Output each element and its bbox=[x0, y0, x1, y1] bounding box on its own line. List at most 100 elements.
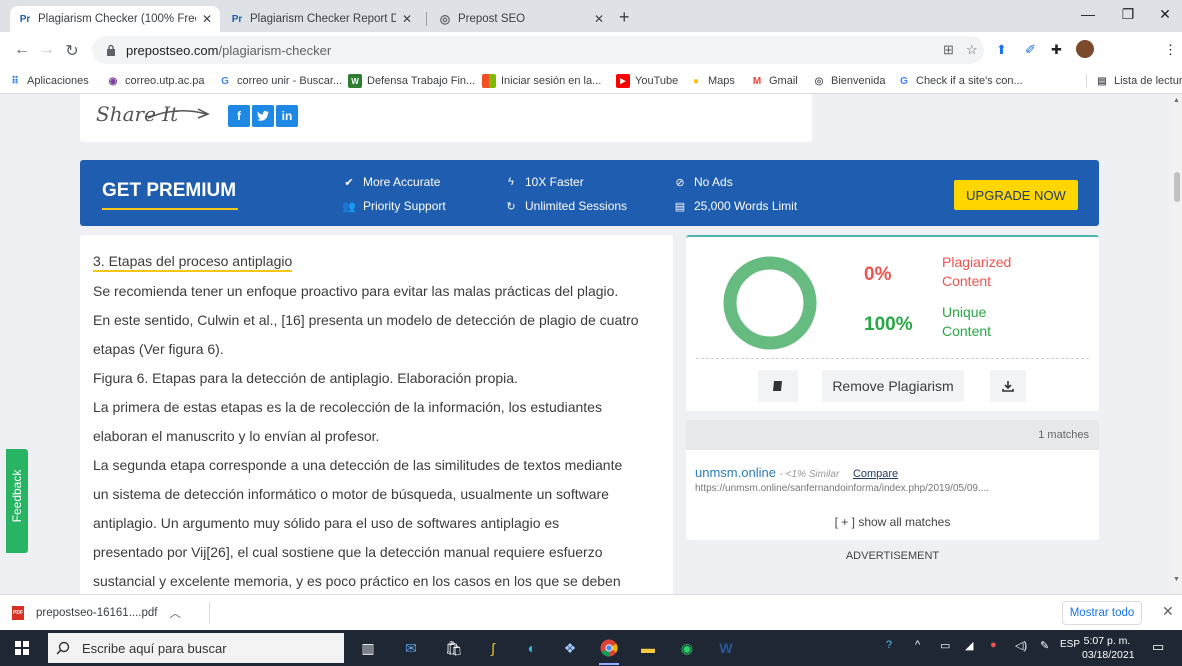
bookmark-star-icon[interactable]: ☆ bbox=[966, 42, 978, 58]
minimize-button[interactable]: — bbox=[1073, 6, 1103, 22]
compare-link[interactable]: Compare bbox=[853, 468, 898, 480]
scrollbar-thumb[interactable] bbox=[1174, 172, 1180, 202]
label-line: Content bbox=[942, 273, 992, 289]
close-tab-icon[interactable]: ✕ bbox=[594, 12, 604, 26]
new-tab-button[interactable]: + bbox=[619, 7, 630, 28]
users-icon: 👥 bbox=[342, 200, 356, 213]
whatsapp-icon[interactable]: ◉ bbox=[675, 636, 699, 660]
download-item[interactable]: PDF prepostseo-16161....pdf ︿ bbox=[12, 605, 181, 621]
prepostseo-favicon-icon: Pr bbox=[19, 13, 31, 25]
feedback-label: Feedback bbox=[10, 469, 24, 523]
match-site-link[interactable]: unmsm.online bbox=[695, 465, 776, 480]
edge-icon[interactable]: ◐ bbox=[520, 636, 544, 660]
reading-list[interactable]: ▤ Lista de lectura bbox=[1086, 74, 1182, 88]
url-host: prepostseo.com bbox=[126, 42, 219, 58]
bookmark-youtube[interactable]: ▶ YouTube bbox=[616, 74, 678, 88]
close-window-button[interactable]: ✕ bbox=[1150, 6, 1180, 23]
section-heading: 3. Etapas del proceso antiplagio bbox=[93, 253, 293, 272]
extension-icon[interactable]: ✐ bbox=[1025, 42, 1036, 58]
text-line: elaboran el manuscrito y lo envían al pr… bbox=[93, 428, 380, 444]
globe-icon: ◎ bbox=[439, 12, 451, 26]
remove-plagiarism-button[interactable]: Remove Plagiarism bbox=[822, 370, 964, 402]
extension-icon[interactable]: ⬆ bbox=[996, 42, 1007, 58]
system-clock[interactable]: 5:07 p. m. 03/18/2021 bbox=[1082, 634, 1135, 662]
match-url: https://unmsm.online/sanfernandoinforma/… bbox=[695, 483, 990, 494]
file-explorer-icon[interactable]: ▬ bbox=[636, 636, 660, 660]
close-tab-icon[interactable]: ✕ bbox=[202, 12, 212, 26]
scroll-up-arrow-icon[interactable]: ▲ bbox=[1173, 97, 1180, 104]
bookmark-check-site[interactable]: G Check if a site's con... bbox=[897, 74, 1023, 88]
download-report-button[interactable] bbox=[990, 370, 1026, 402]
bookmark-unir[interactable]: Gcorreo unir - Buscar... bbox=[218, 74, 342, 88]
report-button[interactable] bbox=[758, 370, 798, 402]
pen-icon[interactable]: ✎ bbox=[1040, 639, 1049, 652]
battery-icon[interactable]: ▭ bbox=[940, 639, 950, 652]
tab-report-download[interactable]: Pr Plagiarism Checker Report Down ✕ bbox=[222, 6, 420, 32]
notifications-icon[interactable]: ▭ bbox=[1152, 639, 1164, 655]
app-icon[interactable]: ʃ bbox=[481, 636, 505, 660]
book-icon bbox=[773, 381, 782, 391]
bookmark-iniciar-sesion[interactable]: Iniciar sesión en la... bbox=[482, 74, 601, 88]
bookmarks-bar: ⠿ Aplicaciones ◉ correo.utp.ac.pa Gcorreo … bbox=[0, 68, 1182, 94]
bookmark-bienvenida[interactable]: ◎ Bienvenida bbox=[812, 74, 886, 88]
scroll-down-arrow-icon[interactable]: ▼ bbox=[1173, 576, 1180, 583]
volume-icon[interactable]: ◁) bbox=[1015, 639, 1027, 652]
word-icon[interactable]: W bbox=[714, 636, 738, 660]
puzzle-extensions-icon[interactable]: ✚ bbox=[1051, 42, 1062, 58]
bookmark-label: Maps bbox=[708, 75, 735, 87]
bookmark-defensa[interactable]: W Defensa Trabajo Fin... bbox=[348, 74, 475, 88]
mail-icon[interactable]: ✉ bbox=[399, 636, 423, 660]
text-line: etapas (Ver figura 6). bbox=[93, 341, 224, 357]
tab-title: Plagiarism Checker (100% Free Pl bbox=[38, 13, 196, 25]
match-similarity: - <1% Similar bbox=[779, 469, 840, 480]
show-all-downloads-button[interactable]: Mostrar todo bbox=[1062, 601, 1142, 625]
chrome-icon[interactable] bbox=[597, 636, 621, 665]
bookmark-apps[interactable]: ⠿ Aplicaciones bbox=[8, 74, 88, 88]
help-icon[interactable]: ? bbox=[886, 639, 892, 651]
windows-start-icon[interactable] bbox=[15, 641, 29, 655]
chevron-up-icon[interactable]: ︿ bbox=[169, 605, 181, 621]
task-view-icon[interactable]: ▥ bbox=[356, 636, 380, 660]
text-line: un sistema de detección informático o mo… bbox=[93, 486, 609, 502]
premium-underline bbox=[102, 208, 238, 210]
reload-button[interactable]: ↻ bbox=[62, 41, 82, 61]
tab-plagiarism-checker[interactable]: Pr Plagiarism Checker (100% Free Pl ✕ bbox=[10, 6, 220, 32]
bookmark-utp[interactable]: ◉ correo.utp.ac.pa bbox=[106, 74, 205, 88]
feature-10x-faster: ϟ 10X Faster bbox=[504, 175, 584, 189]
chevron-up-icon[interactable]: ^ bbox=[915, 639, 920, 651]
close-tab-icon[interactable]: ✕ bbox=[402, 12, 412, 26]
forward-button[interactable]: → bbox=[37, 41, 57, 59]
muted-icon[interactable]: ● bbox=[990, 639, 997, 651]
taskbar-search-input[interactable]: Escribe aquí para buscar bbox=[48, 633, 344, 663]
feedback-tab[interactable]: Feedback bbox=[6, 449, 28, 553]
page-scrollbar[interactable]: ▲ ▼ bbox=[1172, 94, 1182, 594]
show-all-matches-link[interactable]: [ + ] show all matches bbox=[686, 515, 1099, 529]
menu-kebab-icon[interactable]: ⋮ bbox=[1164, 42, 1177, 58]
url-path: /plagiarism-checker bbox=[218, 42, 332, 58]
address-bar[interactable]: prepostseo.com/plagiarism-checker bbox=[92, 36, 984, 64]
translate-icon[interactable]: ⊞ bbox=[943, 42, 954, 58]
network-icon[interactable]: ◢ bbox=[965, 639, 973, 652]
linkedin-share-button[interactable]: in bbox=[276, 105, 298, 127]
bookmark-label: Bienvenida bbox=[831, 75, 886, 87]
facebook-share-button[interactable]: f bbox=[228, 105, 250, 127]
bookmark-maps[interactable]: ● Maps bbox=[689, 74, 735, 88]
back-button[interactable]: ← bbox=[12, 41, 32, 59]
feature-label: 25,000 Words Limit bbox=[694, 199, 798, 213]
bookmark-gmail[interactable]: M Gmail bbox=[750, 74, 798, 88]
unique-percent: 100% bbox=[864, 314, 913, 335]
close-download-bar-icon[interactable]: ✕ bbox=[1162, 603, 1174, 620]
tab-prepost-seo[interactable]: ◎ Prepost SEO ✕ bbox=[430, 6, 612, 32]
restore-button[interactable]: ❐ bbox=[1113, 6, 1143, 23]
share-card: Share It f in bbox=[80, 94, 812, 142]
dropbox-icon[interactable]: ❖ bbox=[558, 636, 582, 660]
profile-avatar[interactable] bbox=[1076, 40, 1094, 58]
store-icon[interactable]: 🛍 bbox=[442, 636, 466, 660]
lock-icon bbox=[107, 44, 115, 56]
twitter-share-button[interactable] bbox=[252, 105, 274, 127]
upgrade-now-button[interactable]: UPGRADE NOW bbox=[954, 180, 1078, 210]
search-icon bbox=[56, 641, 70, 655]
language-indicator[interactable]: ESP bbox=[1060, 639, 1080, 650]
bookmark-label: Defensa Trabajo Fin... bbox=[367, 75, 476, 87]
document-icon: ▤ bbox=[674, 200, 686, 213]
